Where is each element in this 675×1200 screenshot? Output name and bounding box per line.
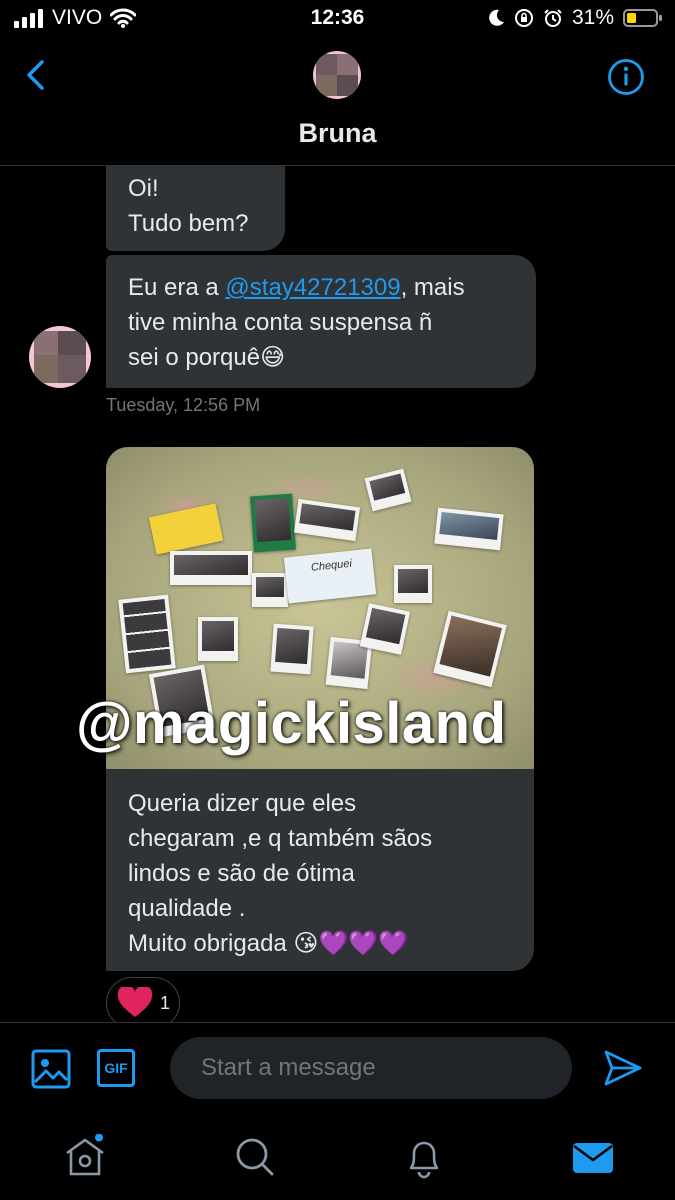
message-text-line: lindos e são de ótima xyxy=(128,860,355,887)
send-icon[interactable] xyxy=(603,1048,643,1088)
battery-icon xyxy=(623,9,662,27)
tab-bar xyxy=(0,1120,675,1200)
photocard xyxy=(293,498,361,542)
message-input-placeholder: Start a message xyxy=(201,1054,376,1081)
message-bubble[interactable]: Queria dizer que eles chegaram ,e q tamb… xyxy=(106,769,534,971)
home-icon xyxy=(66,1133,104,1176)
notifications-icon xyxy=(409,1141,439,1179)
mention-link[interactable]: @stay42721309 xyxy=(225,274,400,301)
info-card-text: Chequei xyxy=(310,557,353,574)
contact-avatar[interactable] xyxy=(313,51,361,99)
moon-icon xyxy=(489,9,504,26)
reaction-count: 1 xyxy=(160,993,171,1013)
watermark-text: @magickisland xyxy=(76,691,507,756)
battery-percent: 31% xyxy=(571,6,614,29)
back-button[interactable] xyxy=(22,58,52,92)
message-text-line: Oi! xyxy=(128,175,159,202)
message-bubble[interactable]: Eu era a @stay42721309, mais tive minha … xyxy=(106,255,536,388)
message-text-line: chegaram ,e q também sãos xyxy=(128,825,433,852)
orientation-lock-icon xyxy=(514,9,533,27)
messages-icon xyxy=(573,1143,613,1173)
conversation-header: Bruna xyxy=(0,38,675,166)
message-text-line: tive minha conta suspensa ñ xyxy=(128,309,433,336)
tab-messages[interactable] xyxy=(570,1134,616,1180)
photocard xyxy=(170,551,252,585)
photocard xyxy=(148,503,224,555)
message-text-line: Muito obrigada 😘💜💜💜 xyxy=(128,930,409,957)
photocard xyxy=(434,507,504,551)
alarm-icon xyxy=(544,9,562,27)
photocard xyxy=(252,573,288,607)
message-text-line: Queria dizer que eles xyxy=(128,790,357,817)
message-text: , mais xyxy=(400,274,465,301)
message-bubble[interactable]: Oi! Tudo bem? xyxy=(106,166,285,251)
photocard xyxy=(359,603,411,655)
status-right: 31% xyxy=(487,6,663,30)
info-button[interactable] xyxy=(607,58,645,96)
contact-name[interactable]: Bruna xyxy=(0,118,675,149)
heart-icon xyxy=(117,987,153,1017)
photocard xyxy=(250,493,296,553)
status-bar: VIVO 12:36 31% xyxy=(0,0,675,38)
message-text-line: Tudo bem? xyxy=(128,210,249,237)
tab-search[interactable] xyxy=(232,1134,278,1180)
gif-label: GIF xyxy=(104,1060,128,1076)
search-icon xyxy=(236,1138,274,1176)
photocard xyxy=(364,468,412,512)
sender-avatar[interactable] xyxy=(29,326,91,388)
photocard xyxy=(198,617,238,661)
info-card: Chequei xyxy=(283,548,377,604)
tab-home[interactable] xyxy=(62,1133,108,1180)
message-text-line: qualidade . xyxy=(128,895,246,922)
message-text: Eu era a xyxy=(128,274,226,301)
photocard xyxy=(433,610,507,688)
image-icon[interactable] xyxy=(31,1049,71,1089)
message-timestamp: Tuesday, 12:56 PM xyxy=(106,395,261,415)
message-text-line: Eu era a @stay42721309, mais xyxy=(128,270,514,305)
photocard xyxy=(118,594,176,674)
photocard xyxy=(394,565,432,603)
tab-notifications[interactable] xyxy=(401,1134,447,1180)
message-text-line: sei o porquê😅 xyxy=(128,344,286,371)
gif-icon[interactable]: GIF xyxy=(97,1049,135,1087)
photocard xyxy=(270,623,314,675)
message-input[interactable]: Start a message xyxy=(170,1037,572,1099)
message-composer: GIF Start a message xyxy=(0,1022,675,1121)
